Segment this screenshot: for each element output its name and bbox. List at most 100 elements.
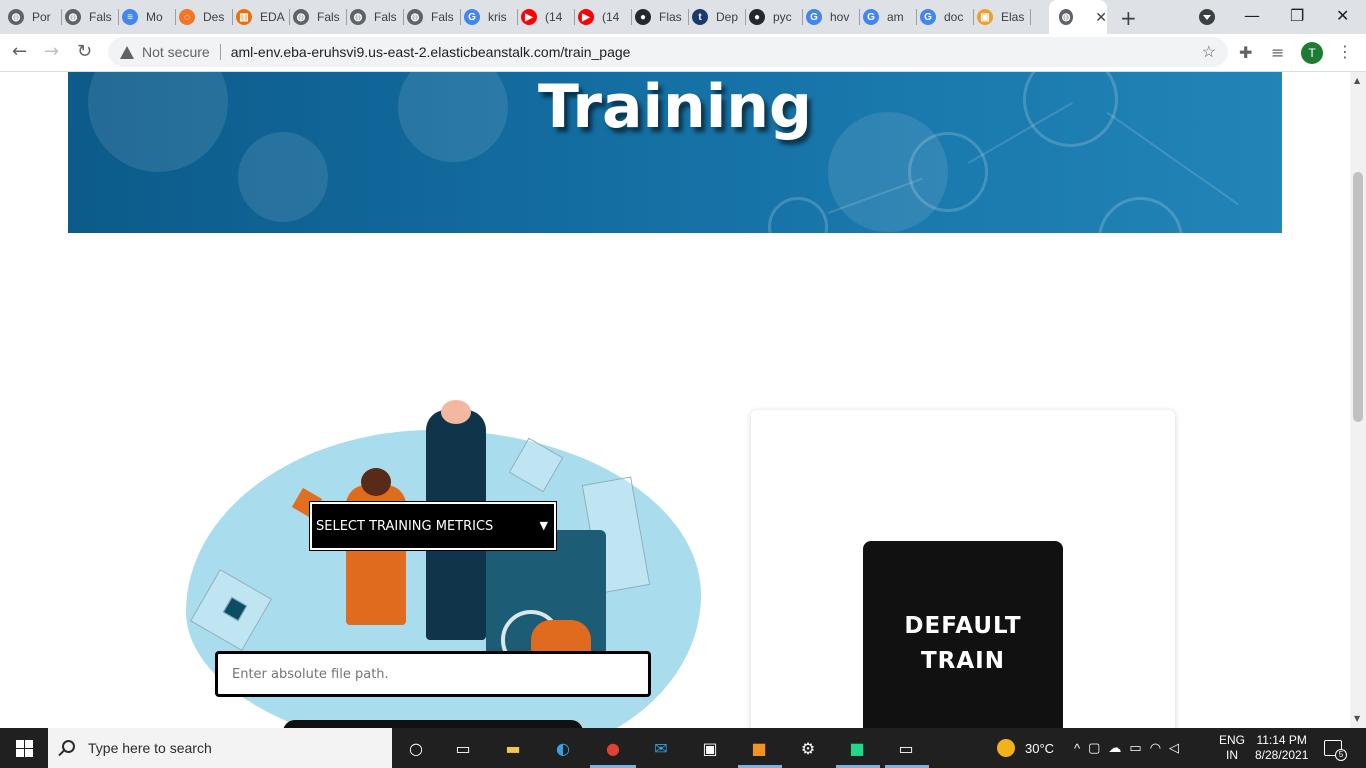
onedrive-cloud-icon[interactable]: ☁ (1108, 740, 1121, 756)
notification-center[interactable]: 5 (1324, 728, 1347, 768)
page-scrollbar[interactable]: ▲ ▼ (1350, 72, 1366, 728)
cortana-icon[interactable]: ○ (403, 736, 429, 760)
tab-separator (1030, 9, 1031, 25)
warning-icon (120, 45, 134, 59)
tab-separator (61, 9, 62, 25)
taskbar-search-placeholder: Type here to search (88, 740, 212, 756)
new-tab-button[interactable]: + (1120, 6, 1137, 30)
tab-label: Fals (431, 10, 454, 24)
chrome-icon[interactable]: ● (600, 736, 626, 760)
tab-label: Dep (716, 10, 739, 24)
default-train-label-line-2: TRAIN (920, 648, 1005, 674)
tab-separator (118, 9, 119, 25)
task-view-icon[interactable]: ▭ (450, 736, 476, 760)
language-indicator[interactable]: ENG IN (1219, 728, 1245, 768)
github-icon: ● (749, 9, 765, 25)
restore-button[interactable]: ❐ (1290, 6, 1304, 25)
globe-icon: ◍ (350, 9, 366, 25)
tab-7[interactable]: ◍ Fals (407, 5, 461, 29)
scroll-down-arrow-icon[interactable]: ▼ (1354, 714, 1360, 723)
hero-user-node (768, 197, 828, 233)
taskbar-search-box[interactable]: Type here to search (48, 728, 392, 768)
media-control-icon[interactable]: ≡ (1271, 43, 1284, 62)
tab-separator (232, 9, 233, 25)
tab-17[interactable]: ▣ Elas (977, 5, 1031, 29)
sublime-text-icon[interactable]: ■ (746, 736, 772, 760)
system-tray-icons: ^ ▢ ☁ ▭ ◠ ◁ (1074, 728, 1179, 768)
tab-4[interactable]: ▥ EDA (236, 5, 290, 29)
meet-now-icon[interactable]: ▢ (1088, 740, 1100, 756)
tab-0[interactable]: ◍ Por (8, 5, 62, 29)
tab-13[interactable]: ● pyc (749, 5, 803, 29)
scroll-thumb[interactable] (1353, 172, 1363, 422)
close-window-button[interactable]: ✕ (1336, 6, 1349, 25)
settings-gear-icon[interactable]: ⚙ (795, 736, 821, 760)
tab-9[interactable]: ▶ (14 (521, 5, 575, 29)
notification-count: 5 (1335, 749, 1347, 761)
terminal-icon[interactable]: ▭ (893, 736, 919, 760)
volume-icon[interactable]: ◁ (1169, 740, 1179, 756)
tab-label: Des (203, 10, 225, 24)
tab-separator (517, 9, 518, 25)
tab-label: Fals (89, 10, 112, 24)
mail-icon[interactable]: ✉ (648, 736, 674, 760)
weather-widget[interactable]: 30°C (997, 728, 1054, 768)
forward-button[interactable]: → (44, 41, 59, 62)
scroll-up-arrow-icon[interactable]: ▲ (1354, 76, 1360, 85)
reload-button[interactable]: ↻ (77, 41, 92, 62)
bookmark-star-icon[interactable]: ☆ (1202, 42, 1216, 62)
tab-active[interactable]: ◍ ✕ (1049, 0, 1107, 34)
windows-start-icon[interactable] (16, 740, 33, 757)
wifi-icon[interactable]: ◠ (1150, 740, 1161, 756)
tab-16[interactable]: Gdoc (920, 5, 974, 29)
extensions-puzzle-icon[interactable]: ✚ (1239, 43, 1252, 62)
tab-14[interactable]: Ghov (806, 5, 860, 29)
pycharm-icon[interactable]: ■ (844, 736, 870, 760)
tab-separator (346, 9, 347, 25)
tab-label: EDA (260, 10, 285, 24)
tab-5[interactable]: ◍ Fals (293, 5, 347, 29)
file-path-input[interactable] (215, 651, 651, 697)
tab-label: Fals (374, 10, 397, 24)
url-text[interactable]: aml-env.eba-eruhsvi9.us-east-2.elasticbe… (231, 44, 631, 60)
tab-separator (916, 9, 917, 25)
tab-search-icon[interactable] (1199, 9, 1215, 25)
tab-3[interactable]: ◌ Des (179, 5, 233, 29)
close-tab-icon[interactable]: ✕ (1095, 9, 1107, 26)
back-button[interactable]: ← (12, 41, 27, 62)
file-explorer-icon[interactable]: ▬ (500, 736, 526, 760)
tab-separator (289, 9, 290, 25)
tab-10[interactable]: ▶ (14 (578, 5, 632, 29)
default-train-label-line-1: DEFAULT (904, 613, 1022, 639)
tab-1[interactable]: ◍ Fals (65, 5, 119, 29)
tab-2[interactable]: ≡ Mo (122, 5, 176, 29)
tab-15[interactable]: Gam (863, 5, 917, 29)
hero-bokeh (238, 132, 328, 222)
tab-label: (14 (545, 10, 563, 24)
youtube-icon: ▶ (578, 9, 594, 25)
profile-avatar[interactable]: T (1301, 42, 1323, 64)
not-secure-label[interactable]: Not secure (142, 44, 210, 60)
battery-icon[interactable]: ▭ (1129, 740, 1141, 756)
tab-11[interactable]: ● Flas (635, 5, 689, 29)
store-icon[interactable]: ▣ (697, 736, 723, 760)
worker-head (361, 468, 391, 496)
tab-separator (403, 9, 404, 25)
select-value: SELECT TRAINING METRICS (316, 518, 494, 534)
submit-button[interactable] (283, 720, 583, 728)
clock[interactable]: 11:14 PM 8/28/2021 (1255, 728, 1308, 768)
minimize-button[interactable]: — (1244, 6, 1260, 25)
edge-icon[interactable]: ◐ (550, 736, 576, 760)
tab-label: am (887, 10, 904, 24)
training-metrics-select[interactable]: SELECT TRAINING METRICS ▼ (310, 502, 556, 550)
notebook-icon: ▥ (236, 9, 252, 25)
tray-expand-icon[interactable]: ^ (1074, 741, 1080, 756)
hero-user-node (1098, 197, 1183, 233)
address-bar[interactable]: Not secure aml-env.eba-eruhsvi9.us-east-… (108, 37, 1228, 67)
tab-6[interactable]: ◍ Fals (350, 5, 404, 29)
tab-8[interactable]: Gkris (464, 5, 518, 29)
default-train-button[interactable]: DEFAULT TRAIN (863, 541, 1063, 728)
tab-12[interactable]: t Dep (692, 5, 746, 29)
officer-head (441, 400, 471, 424)
browser-menu-icon[interactable]: ⋮ (1337, 42, 1353, 61)
